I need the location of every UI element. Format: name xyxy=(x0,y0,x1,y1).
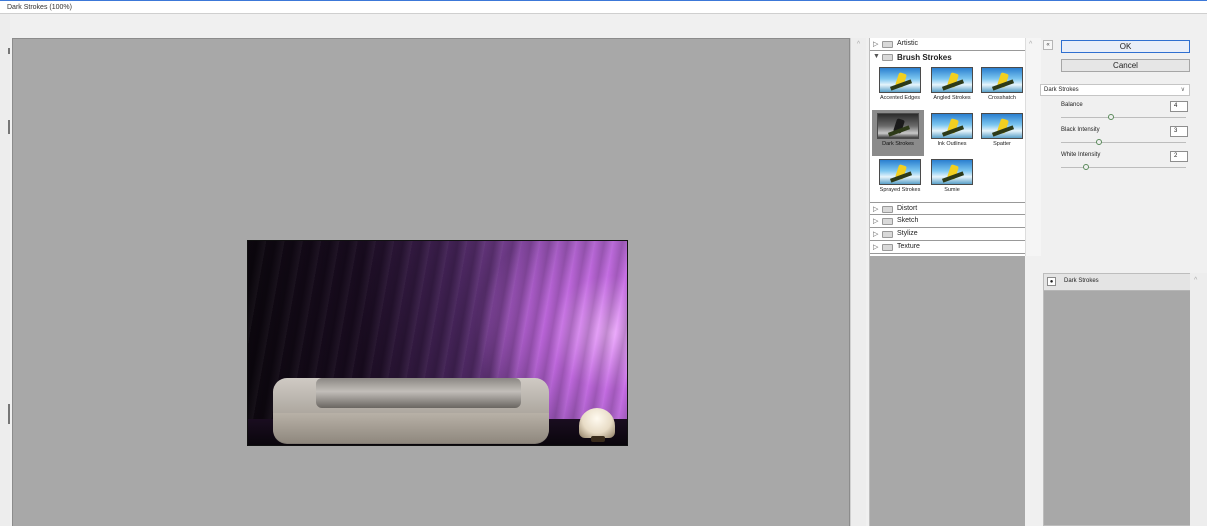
folder-icon xyxy=(882,206,893,213)
filter-select-value: Dark Strokes xyxy=(1044,87,1079,93)
collapse-triangle-icon[interactable]: ▼ xyxy=(873,53,880,60)
param-value-input[interactable]: 4 xyxy=(1170,101,1188,112)
lamp xyxy=(579,408,615,438)
expand-triangle-icon[interactable]: ▷ xyxy=(873,217,878,225)
param-label: Balance xyxy=(1061,102,1083,108)
scroll-up-icon[interactable]: ^ xyxy=(1029,41,1032,48)
collapse-gallery-icon[interactable]: « xyxy=(1043,40,1053,50)
preview-canvas[interactable] xyxy=(12,38,850,526)
expand-triangle-icon[interactable]: ▷ xyxy=(873,205,878,213)
slider-track[interactable] xyxy=(1061,117,1186,118)
filter-list-content: ▷ Artistic ▼ Brush Strokes Accented Edge… xyxy=(870,38,1026,256)
folder-icon xyxy=(882,231,893,238)
slider-handle[interactable] xyxy=(1108,114,1114,120)
category-stylize[interactable]: ▷ Stylize xyxy=(870,228,1026,241)
lamp-base xyxy=(591,436,605,442)
expand-triangle-icon[interactable]: ▷ xyxy=(873,40,878,48)
edge-marker xyxy=(8,404,10,424)
param-value-input[interactable]: 2 xyxy=(1170,151,1188,162)
thumb-spatter[interactable]: Spatter xyxy=(976,110,1028,154)
preview-header xyxy=(12,14,850,38)
edge-marker xyxy=(8,48,10,54)
filter-thumbnail xyxy=(879,159,921,185)
filter-thumbnail xyxy=(879,67,921,93)
ok-button[interactable]: OK xyxy=(1061,40,1190,53)
expand-triangle-icon[interactable]: ▷ xyxy=(873,230,878,238)
sofa-seat xyxy=(316,378,521,408)
filter-thumbnail xyxy=(981,113,1023,139)
window-titlebar: Dark Strokes (100%) xyxy=(0,0,1207,14)
thumb-sprayed-strokes[interactable]: Sprayed Strokes xyxy=(874,156,926,200)
param-label: Black Intensity xyxy=(1061,127,1100,133)
filter-list-scrollbar[interactable]: ^ xyxy=(1025,38,1041,256)
param-white-intensity: White Intensity 2 xyxy=(1059,151,1190,173)
folder-icon xyxy=(882,218,893,225)
left-frame xyxy=(0,14,10,526)
category-artistic[interactable]: ▷ Artistic xyxy=(870,38,1026,51)
slider-handle[interactable] xyxy=(1095,139,1102,145)
eye-icon[interactable]: ● xyxy=(1047,277,1056,286)
folder-icon xyxy=(882,54,893,61)
slider-track[interactable] xyxy=(1061,142,1186,143)
param-value-input[interactable]: 3 xyxy=(1170,126,1188,137)
thumb-ink-outlines[interactable]: Ink Outlines xyxy=(926,110,978,154)
thumb-accented-edges[interactable]: Accented Edges xyxy=(874,64,926,108)
preview-image xyxy=(247,240,628,446)
sofa-front xyxy=(273,413,549,443)
edge-marker xyxy=(8,120,10,134)
thumb-crosshatch[interactable]: Crosshatch xyxy=(976,64,1028,108)
category-texture[interactable]: ▷ Texture xyxy=(870,241,1026,254)
chevron-down-icon: ∨ xyxy=(1180,87,1185,93)
effect-layers-panel: ● Dark Strokes xyxy=(1043,273,1191,526)
filter-thumbnail xyxy=(877,113,919,139)
folder-icon xyxy=(882,244,893,251)
effect-layer[interactable]: ● Dark Strokes xyxy=(1044,274,1190,291)
preview-scrollbar[interactable]: ^ xyxy=(850,38,866,526)
thumb-dark-strokes[interactable]: Dark Strokes xyxy=(872,110,924,156)
window-title: Dark Strokes (100%) xyxy=(7,4,72,11)
scroll-up-icon[interactable]: ^ xyxy=(1194,277,1197,284)
effect-layer-name: Dark Strokes xyxy=(1064,278,1099,284)
thumb-angled-strokes[interactable]: Angled Strokes xyxy=(926,64,978,108)
thumb-sumie[interactable]: Sumie xyxy=(926,156,978,200)
param-balance: Balance 4 xyxy=(1059,101,1190,123)
category-brush-strokes[interactable]: ▼ Brush Strokes xyxy=(870,51,1026,64)
param-label: White Intensity xyxy=(1061,152,1101,158)
folder-icon xyxy=(882,41,893,48)
filter-list-panel: ▷ Artistic ▼ Brush Strokes Accented Edge… xyxy=(869,38,1026,526)
cancel-button[interactable]: Cancel xyxy=(1061,59,1190,72)
filter-thumbnail xyxy=(981,67,1023,93)
filter-thumbnail xyxy=(931,113,973,139)
filter-select[interactable]: Dark Strokes ∨ xyxy=(1040,84,1190,96)
layers-scrollbar[interactable]: ^ xyxy=(1190,273,1207,526)
slider-handle[interactable] xyxy=(1083,164,1089,170)
slider-track[interactable] xyxy=(1061,167,1186,168)
filter-thumbnail xyxy=(931,159,973,185)
expand-triangle-icon[interactable]: ▷ xyxy=(873,243,878,251)
param-black-intensity: Black Intensity 3 xyxy=(1059,126,1190,148)
category-sketch[interactable]: ▷ Sketch xyxy=(870,215,1026,228)
scroll-up-icon[interactable]: ^ xyxy=(854,41,863,50)
filter-thumbnail xyxy=(931,67,973,93)
category-distort[interactable]: ▷ Distort xyxy=(870,202,1026,215)
